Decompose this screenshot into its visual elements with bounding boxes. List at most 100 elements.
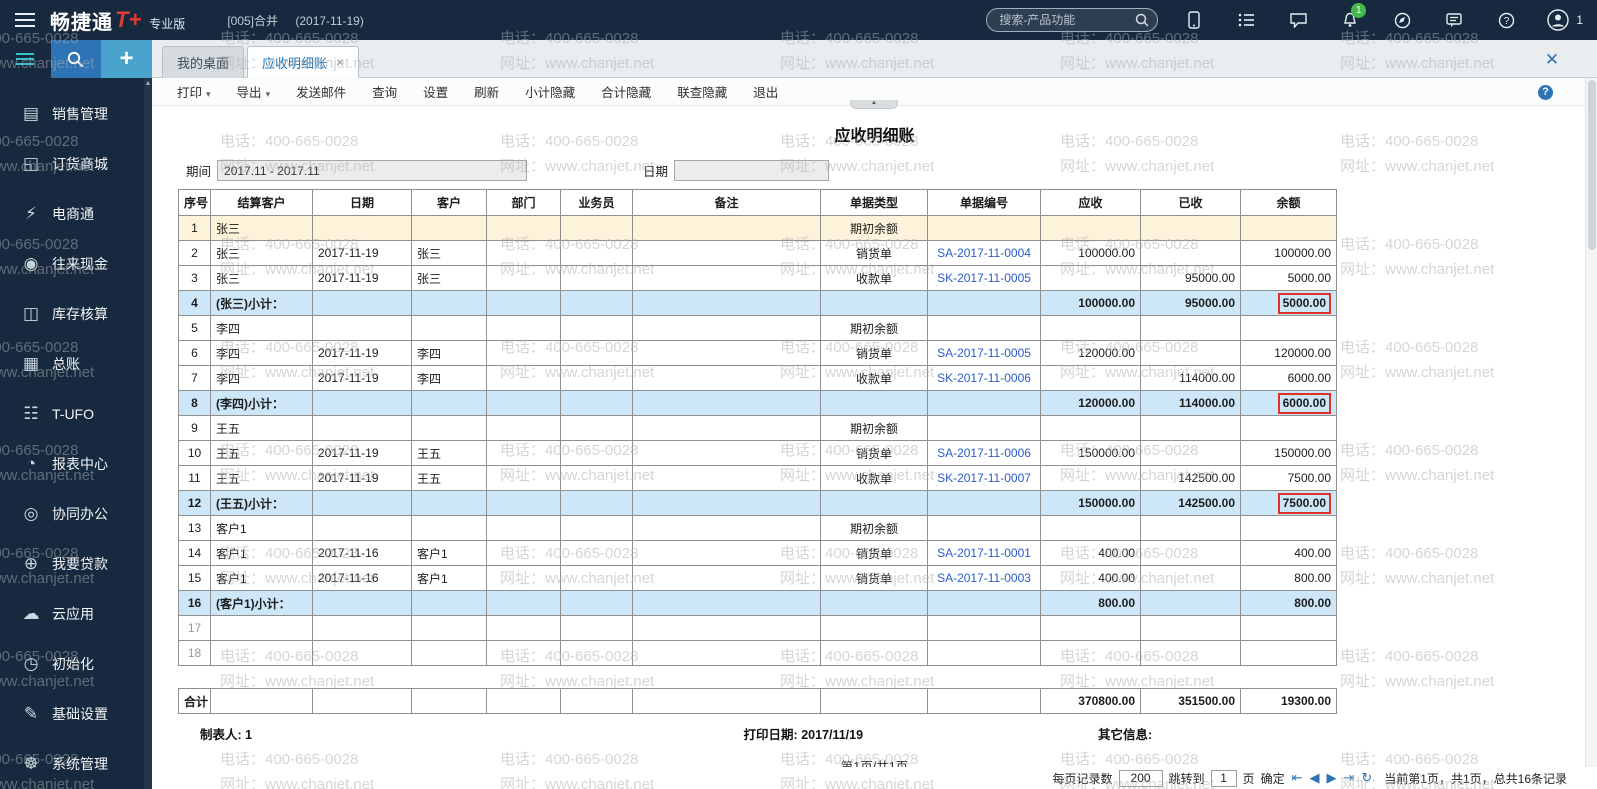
document-link[interactable]: SA-2017-11-0001 [937, 546, 1031, 560]
table-row[interactable]: 18 [179, 641, 1337, 666]
service-compass-icon[interactable] [1376, 0, 1428, 40]
toolbar-query-button[interactable]: 查询 [359, 82, 410, 101]
sidebar-item-mall[interactable]: ◱订货商城 [0, 139, 152, 189]
tab-receivable-detail[interactable]: 应收明细账× [247, 46, 359, 78]
table-row[interactable]: 15客户12017-11-16客户1销货单SA-2017-11-0003400.… [179, 566, 1337, 591]
sidebar-item-ledger[interactable]: ▦ 总账 [0, 339, 152, 389]
table-row[interactable]: 17 [179, 616, 1337, 641]
sidebar-item-office[interactable]: ◎协同办公 [0, 489, 152, 539]
sidebar-item-basic[interactable]: ✎基础设置 [0, 689, 152, 739]
user-avatar[interactable] [1532, 0, 1584, 40]
sidebar-collapse-icon[interactable] [0, 40, 51, 78]
table-row[interactable]: 14客户12017-11-16客户1销货单SA-2017-11-0001400.… [179, 541, 1337, 566]
table-row[interactable]: 2张三2017-11-19张三销货单SA-2017-11-0004100000.… [179, 241, 1337, 266]
toolbar-buttons: 打印▾导出▾发送邮件查询设置刷新小计隐藏合计隐藏联查隐藏退出 [164, 82, 791, 101]
window-scrollbar[interactable] [1585, 78, 1597, 767]
sidebar-scroll-up-icon[interactable]: ▲ [144, 78, 152, 90]
sidebar-item-inventory[interactable]: ◫库存核算 [0, 289, 152, 339]
document-link[interactable]: SA-2017-11-0003 [937, 571, 1031, 585]
column-header: 单据编号 [928, 190, 1041, 216]
table-row[interactable]: 10王五2017-11-19王五销货单SA-2017-11-0006150000… [179, 441, 1337, 466]
date-label: 日期 [643, 161, 668, 180]
refresh-page-icon[interactable]: ↻ [1361, 770, 1372, 786]
toolbar-hide-subtotal-button[interactable]: 小计隐藏 [512, 82, 588, 101]
svg-text:?: ? [1504, 16, 1510, 27]
toolbar-export-button[interactable]: 导出▾ [224, 82, 284, 101]
sidebar-scrollbar[interactable] [144, 78, 152, 789]
table-row[interactable]: 13客户1期初余额 [179, 516, 1337, 541]
document-link[interactable]: SA-2017-11-0004 [937, 246, 1031, 260]
notification-bell-icon[interactable]: 1 [1324, 0, 1376, 40]
sidebar-item-sales[interactable]: ▤销售管理 [0, 89, 152, 139]
document-link[interactable]: SK-2017-11-0006 [937, 371, 1031, 385]
prev-page-icon[interactable]: ◀ [1309, 770, 1319, 786]
feedback-icon[interactable] [1428, 0, 1480, 40]
ledger-icon: ▦ [20, 354, 42, 374]
message-icon[interactable] [1272, 0, 1324, 40]
next-page-icon[interactable]: ▶ [1326, 770, 1336, 786]
first-page-icon[interactable]: ⇤ [1292, 770, 1303, 786]
toolbar-hide-total-button[interactable]: 合计隐藏 [588, 82, 664, 101]
report-help-icon[interactable]: ? [1538, 85, 1553, 100]
sidebar-item-system[interactable]: ☸系统管理 [0, 739, 152, 789]
toolbar-hide-drill-button[interactable]: 联查隐藏 [664, 82, 740, 101]
toolbar-settings-button[interactable]: 设置 [410, 82, 461, 101]
tab-desktop[interactable]: 我的桌面 [162, 46, 244, 78]
table-row[interactable]: 4(张三)小计：100000.0095000.005000.00 [179, 291, 1337, 316]
sidebar-item-label: 总账 [52, 354, 80, 374]
tab-close-icon[interactable]: × [336, 55, 344, 69]
sidebar-item-label: 云应用 [52, 604, 94, 624]
table-row[interactable]: 8(李四)小计：120000.00114000.006000.00 [179, 391, 1337, 416]
cloud-icon: ☁ [20, 604, 42, 624]
table-row[interactable]: 7李四2017-11-19李四收款单SK-2017-11-0006114000.… [179, 366, 1337, 391]
close-all-tabs-icon[interactable]: ✕ [1541, 49, 1563, 71]
total-received: 351500.00 [1141, 689, 1241, 714]
last-page-icon[interactable]: ⇥ [1343, 770, 1354, 786]
scrollbar-thumb[interactable] [1588, 80, 1596, 250]
menu-search-icon[interactable] [51, 40, 102, 78]
sidebar-item-label: 报表中心 [52, 454, 108, 474]
period-input[interactable] [217, 160, 527, 181]
sidebar-item-loan[interactable]: ⊕我要贷款 [0, 539, 152, 589]
date-input[interactable] [674, 160, 829, 181]
sidebar-item-tufo[interactable]: ☷T-UFO [0, 389, 152, 439]
table-row[interactable]: 12(王五)小计：150000.00142500.007500.00 [179, 491, 1337, 516]
sidebar-item-label: 库存核算 [52, 304, 108, 324]
search-icon[interactable] [1135, 13, 1149, 27]
jump-page-input[interactable] [1211, 770, 1237, 787]
document-link[interactable]: SA-2017-11-0005 [937, 346, 1031, 360]
sidebar-item-ecommerce[interactable]: ⚡电商通 [0, 189, 152, 239]
column-header: 余额 [1241, 190, 1337, 216]
sidebar-item-init[interactable]: ◷初始化 [0, 639, 152, 689]
search-input[interactable] [986, 8, 1158, 32]
mobile-icon[interactable] [1168, 0, 1220, 40]
table-row[interactable]: 3张三2017-11-19张三收款单SK-2017-11-000595000.0… [179, 266, 1337, 291]
sidebar-item-label: 系统管理 [52, 754, 108, 774]
table-row[interactable]: 9王五期初余额 [179, 416, 1337, 441]
table-row[interactable]: 6李四2017-11-19李四销货单SA-2017-11-0005120000.… [179, 341, 1337, 366]
toolbar-exit-button[interactable]: 退出 [740, 82, 791, 101]
toolbar-refresh-button[interactable]: 刷新 [461, 82, 512, 101]
document-link[interactable]: SK-2017-11-0007 [937, 471, 1031, 485]
per-page-input[interactable] [1119, 770, 1163, 787]
table-row[interactable]: 1张三期初余额 [179, 216, 1337, 241]
table-row[interactable]: 5李四期初余额 [179, 316, 1337, 341]
new-tab-plus-icon[interactable]: + [101, 40, 152, 78]
account-code: [005]合并 [227, 14, 278, 28]
help-icon[interactable]: ? [1480, 0, 1532, 40]
sidebar-item-cloud[interactable]: ☁ 云应用 [0, 589, 152, 639]
column-header: 业务员 [561, 190, 633, 216]
jump-confirm-button[interactable]: 确定 [1261, 770, 1285, 787]
task-list-icon[interactable] [1220, 0, 1272, 40]
document-link[interactable]: SA-2017-11-0006 [937, 446, 1031, 460]
toolbar-send-mail-button[interactable]: 发送邮件 [283, 82, 359, 101]
query-panel-collapse-handle[interactable]: ▲ [850, 100, 898, 109]
table-row[interactable]: 11王五2017-11-19王五收款单SK-2017-11-0007142500… [179, 466, 1337, 491]
other-info: 其它信息: [1098, 724, 1152, 743]
table-row[interactable]: 16(客户1)小计：800.00800.00 [179, 591, 1337, 616]
sidebar-item-cash[interactable]: ◉往来现金 [0, 239, 152, 289]
document-link[interactable]: SK-2017-11-0005 [937, 271, 1031, 285]
sidebar-item-reports[interactable]: ◔报表中心 [0, 439, 152, 489]
hamburger-menu-icon[interactable] [0, 0, 50, 40]
toolbar-print-button[interactable]: 打印▾ [164, 82, 224, 101]
